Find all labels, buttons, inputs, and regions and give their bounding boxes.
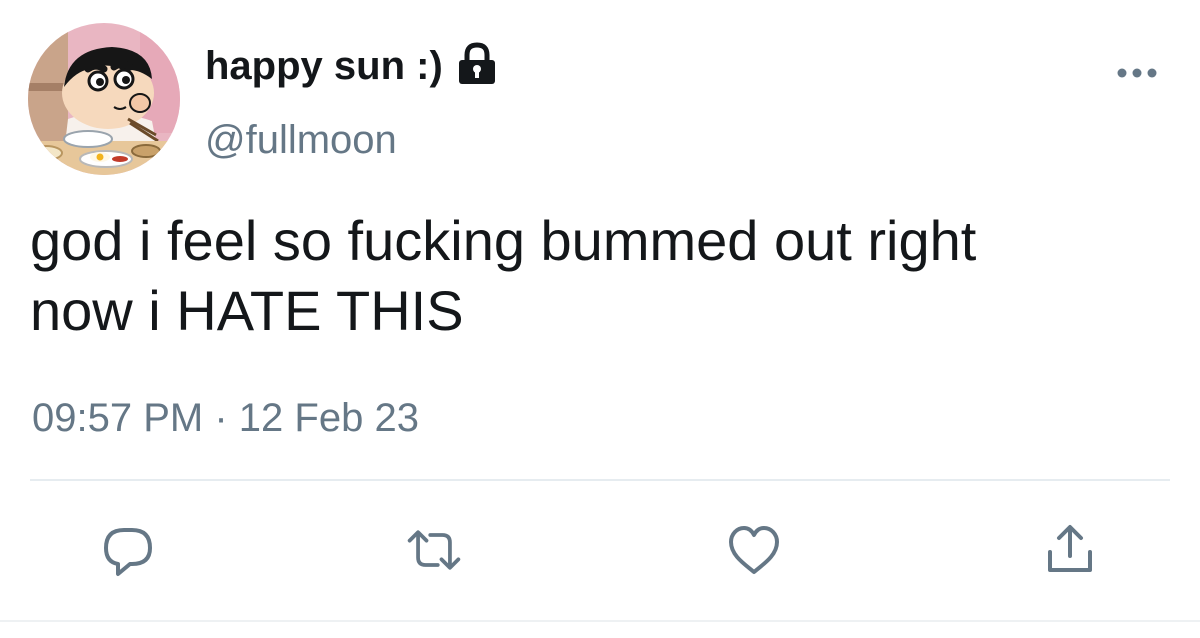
tweet-text-line: god i feel so fucking bummed out right bbox=[30, 209, 977, 272]
avatar[interactable] bbox=[28, 23, 180, 175]
avatar-image bbox=[28, 23, 180, 175]
author-name-row: happy sun :) bbox=[205, 38, 497, 94]
display-name[interactable]: happy sun :) bbox=[205, 38, 443, 94]
bottom-divider bbox=[0, 620, 1200, 622]
lock-icon bbox=[457, 42, 497, 86]
tweet-time: 09:57 PM bbox=[32, 396, 204, 440]
tweet-card: happy sun :) @fullmoon god i feel so fuc… bbox=[0, 0, 1200, 638]
retweet-icon bbox=[407, 530, 461, 570]
heart-icon bbox=[729, 526, 779, 574]
tweet-date: 12 Feb 23 bbox=[238, 396, 419, 440]
more-options-icon[interactable] bbox=[1113, 64, 1161, 82]
share-button[interactable] bbox=[1040, 520, 1100, 580]
action-bar bbox=[0, 520, 1200, 580]
reply-icon bbox=[104, 528, 152, 576]
username[interactable]: @fullmoon bbox=[205, 112, 397, 168]
share-icon bbox=[1048, 525, 1092, 572]
retweet-button[interactable] bbox=[404, 520, 464, 580]
tweet-text: god i feel so fucking bummed out right n… bbox=[30, 206, 1180, 346]
reply-button[interactable] bbox=[98, 520, 158, 580]
meta-separator: · bbox=[214, 396, 228, 440]
tweet-text-line: now i HATE THIS bbox=[30, 279, 464, 342]
tweet-timestamp[interactable]: 09:57 PM · 12 Feb 23 bbox=[32, 390, 419, 446]
like-button[interactable] bbox=[724, 520, 784, 580]
divider bbox=[30, 479, 1170, 481]
